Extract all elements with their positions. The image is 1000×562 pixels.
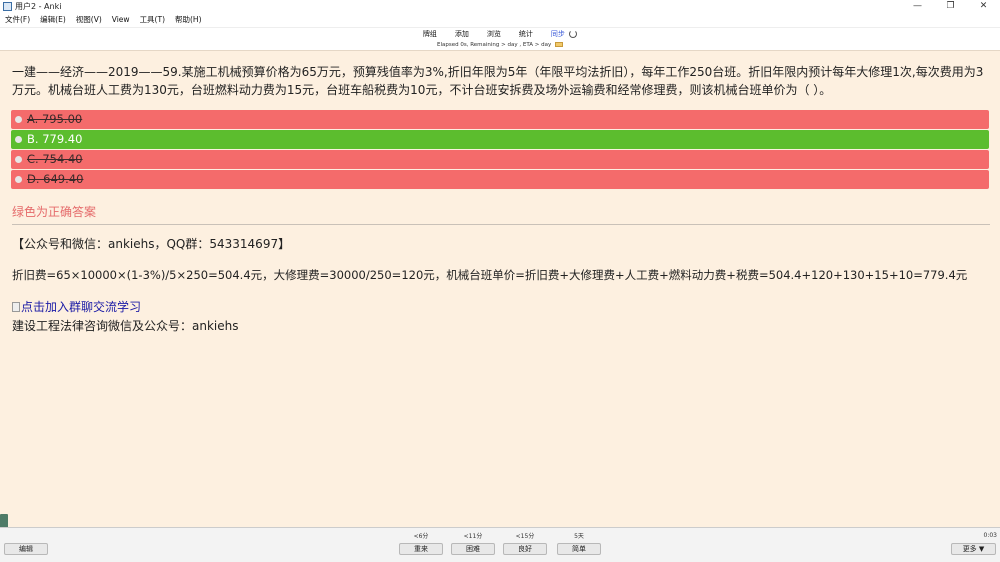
menu-view-en[interactable]: View <box>107 15 135 24</box>
option-label: B. 779.40 <box>27 132 83 146</box>
interval-again: <6分 <box>413 533 429 540</box>
interval-hard: <11分 <box>463 533 483 540</box>
radio-dot-icon <box>15 136 22 143</box>
contact-info: 【公众号和微信：ankiehs，QQ群：543314697】 <box>12 237 291 251</box>
good-button[interactable]: 良好 <box>503 543 547 555</box>
window-title: 用户2 - Anki <box>15 2 62 11</box>
toolbar-browse[interactable]: 浏览 <box>487 29 501 39</box>
option-b: B. 779.40 <box>11 130 989 149</box>
minimize-button[interactable]: — <box>901 0 934 13</box>
again-button[interactable]: 重来 <box>399 543 443 555</box>
answer-hint: 绿色为正确答案 <box>12 205 97 219</box>
toolbar-sync-label: 同步 <box>550 30 565 38</box>
menu-bar: 文件(F) 编辑(E) 视图(V) View 工具(T) 帮助(H) <box>0 13 1000 26</box>
join-group-link[interactable]: 点击加入群聊交流学习 <box>12 298 141 315</box>
option-label: D. 649.40 <box>27 172 84 186</box>
footer-text: 建设工程法律咨询微信及公众号：ankiehs <box>12 319 239 333</box>
review-timer: 0:03 <box>983 532 997 539</box>
toolbar-stats[interactable]: 统计 <box>519 29 533 39</box>
explanation-text: 折旧费=65×10000×(1-3%)/5×250=504.4元，大修理费=30… <box>12 268 968 282</box>
option-a: A. 795.00 <box>11 110 989 129</box>
menu-tools[interactable]: 工具(T) <box>135 14 170 25</box>
toolbar-decks[interactable]: 牌组 <box>423 29 437 39</box>
easy-button[interactable]: 简单 <box>557 543 601 555</box>
anki-app-icon <box>3 2 12 11</box>
broken-image-icon <box>12 301 20 312</box>
divider <box>12 224 990 225</box>
window-controls: — ❐ ✕ <box>901 0 1000 13</box>
question-text: 一建——经济——2019——59.某施工机械预算价格为65万元，预算残值率为3%… <box>12 65 984 97</box>
menu-edit[interactable]: 编辑(E) <box>35 14 71 25</box>
interval-good: <15分 <box>515 533 535 540</box>
answer-bar: 编辑 <6分 重来 <11分 困难 <15分 良好 5天 简单 0:03 更多 … <box>0 527 1000 562</box>
radio-dot-icon <box>15 156 22 163</box>
card-area: 一建——经济——2019——59.某施工机械预算价格为65万元，预算残值率为3%… <box>0 50 1000 527</box>
hard-button[interactable]: 困难 <box>451 543 495 555</box>
close-button[interactable]: ✕ <box>967 0 1000 13</box>
more-button[interactable]: 更多 ▼ <box>951 543 996 555</box>
radio-dot-icon <box>15 116 22 123</box>
sync-icon <box>569 30 578 38</box>
maximize-button[interactable]: ❐ <box>934 0 967 13</box>
interval-easy: 5天 <box>574 533 584 540</box>
option-label: C. 754.40 <box>27 152 83 166</box>
edit-button[interactable]: 编辑 <box>4 543 48 555</box>
option-label: A. 795.00 <box>27 112 83 126</box>
main-toolbar: 牌组 添加 浏览 统计 同步 <box>0 27 1000 40</box>
menu-view[interactable]: 视图(V) <box>71 14 107 25</box>
join-group-link-label: 点击加入群聊交流学习 <box>21 300 142 314</box>
radio-dot-icon <box>15 176 22 183</box>
title-bar: 用户2 - Anki — ❐ ✕ <box>0 0 1000 13</box>
progress-text: Elapsed 0s, Remaining > day , ETA > day <box>436 42 552 48</box>
option-d: D. 649.40 <box>11 170 989 189</box>
toolbar-add[interactable]: 添加 <box>455 29 469 39</box>
menu-file[interactable]: 文件(F) <box>0 14 35 25</box>
menu-help[interactable]: 帮助(H) <box>170 14 207 25</box>
progress-bar: Elapsed 0s, Remaining > day , ETA > day <box>0 41 1000 49</box>
option-c: C. 754.40 <box>11 150 989 169</box>
toolbar-sync[interactable]: 同步 <box>550 29 578 39</box>
mail-icon <box>555 42 564 47</box>
